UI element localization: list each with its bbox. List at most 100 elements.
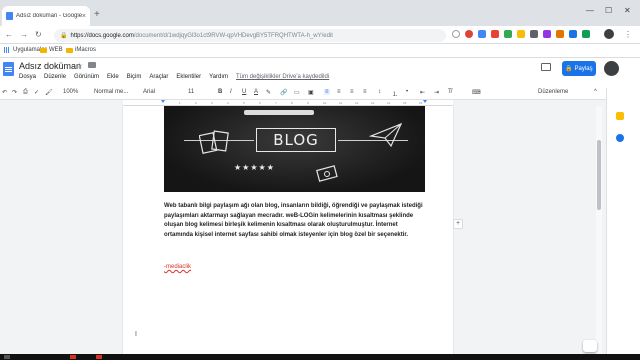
taskbar-app-icon[interactable] xyxy=(96,355,102,359)
italic-button[interactable]: I xyxy=(230,89,232,95)
forward-arrow-icon[interactable]: → xyxy=(20,30,28,39)
bookmark-star-icon[interactable] xyxy=(452,30,460,38)
highlight-icon[interactable]: ✎ xyxy=(266,89,271,96)
extension-icon[interactable] xyxy=(556,30,564,38)
browser-tab[interactable]: Adsız doküman - Google Doküm... × xyxy=(2,6,90,26)
document-title[interactable]: Adsız doküman xyxy=(19,61,81,71)
link-icon[interactable]: 🔗 xyxy=(280,89,287,96)
tab-close-icon[interactable]: × xyxy=(82,13,86,20)
ruler-mark: 12 xyxy=(355,101,359,105)
last-edit-status[interactable]: Tüm değişiklikler Drive'a kaydedildi xyxy=(236,74,329,80)
explore-button[interactable] xyxy=(583,340,597,352)
add-comment-button[interactable]: + xyxy=(453,219,463,229)
extension-icon[interactable] xyxy=(517,30,525,38)
new-tab-button[interactable]: + xyxy=(94,9,100,20)
bookmark-web[interactable]: WEB xyxy=(40,47,63,53)
bulleted-list-icon[interactable]: • xyxy=(406,89,408,95)
increase-indent-icon[interactable]: ⇥ xyxy=(434,89,439,96)
align-center-icon[interactable]: ≡ xyxy=(337,89,341,95)
close-window-button[interactable]: ✕ xyxy=(624,6,631,15)
extension-icon[interactable] xyxy=(491,30,499,38)
reload-icon[interactable]: ↻ xyxy=(35,30,42,39)
comments-icon[interactable] xyxy=(541,63,551,71)
ruler-mark: 14 xyxy=(387,101,391,105)
minimize-window-button[interactable]: — xyxy=(586,6,594,15)
extension-icon[interactable] xyxy=(504,30,512,38)
menu-edit[interactable]: Düzenle xyxy=(44,74,66,80)
undo-icon[interactable]: ↶ xyxy=(2,89,7,96)
blog-chalkboard-image[interactable]: BLOG ★★★★★ xyxy=(164,106,425,192)
pencil-drawing xyxy=(244,110,314,115)
taskbar-app-icon[interactable] xyxy=(70,355,76,359)
numbered-list-icon[interactable]: ⒈ xyxy=(392,89,398,98)
profile-avatar-icon[interactable] xyxy=(604,29,614,39)
signature-text[interactable]: -mediaclik xyxy=(164,264,191,270)
move-to-folder-icon[interactable] xyxy=(88,62,96,68)
text-color-button[interactable]: A xyxy=(254,89,258,95)
google-docs-logo-icon[interactable] xyxy=(3,62,14,76)
ruler-mark: 13 xyxy=(371,101,375,105)
input-tools-icon[interactable]: ⌨ xyxy=(472,89,481,96)
scrollbar-thumb[interactable] xyxy=(597,140,601,210)
align-right-icon[interactable]: ≡ xyxy=(350,89,354,95)
left-indent-marker[interactable] xyxy=(161,100,165,103)
back-arrow-icon[interactable]: ← xyxy=(5,30,13,39)
align-left-icon[interactable]: ≡ xyxy=(324,89,330,95)
menu-help[interactable]: Yardım xyxy=(209,74,228,80)
blog-word: BLOG xyxy=(256,128,336,152)
document-canvas[interactable]: BLOG ★★★★★ Web tabanlı bilgi paylaşım ağ… xyxy=(0,106,606,360)
extension-icon[interactable] xyxy=(569,30,577,38)
address-bar[interactable]: 🔒 https://docs.google.com /document/d/1w… xyxy=(54,29,446,42)
print-icon[interactable]: ⎙ xyxy=(23,89,28,96)
menu-format[interactable]: Biçim xyxy=(127,74,142,80)
tasks-icon[interactable] xyxy=(616,134,624,142)
start-icon[interactable] xyxy=(4,355,10,359)
add-comment-icon[interactable]: ▭ xyxy=(294,89,300,96)
ruler-mark: 9 xyxy=(307,101,309,105)
insert-image-icon[interactable]: ▣ xyxy=(308,89,314,96)
star-icon[interactable]: ☆ xyxy=(76,61,83,70)
keep-notes-icon[interactable] xyxy=(616,112,624,120)
redo-icon[interactable]: ↷ xyxy=(12,89,17,96)
clear-formatting-icon[interactable]: T̸ xyxy=(448,89,452,95)
menu-addons[interactable]: Eklentiler xyxy=(176,74,201,80)
style-select[interactable]: Normal me... xyxy=(94,89,128,95)
chrome-menu-icon[interactable]: ⋮ xyxy=(624,30,632,39)
folder-icon xyxy=(40,47,47,53)
right-indent-marker[interactable] xyxy=(423,100,427,103)
bookmark-imacros[interactable]: iMacros xyxy=(66,47,96,53)
url-path: /document/d/1wdjqyGl3o1ct9RVW-qpVHDevgBY… xyxy=(133,32,333,39)
bold-button[interactable]: B xyxy=(218,89,222,95)
menu-view[interactable]: Görünüm xyxy=(74,74,99,80)
editing-mode-select[interactable]: Düzenleme xyxy=(538,89,568,95)
ruler-mark: 1 xyxy=(179,101,181,105)
maximize-window-button[interactable]: ☐ xyxy=(605,6,612,15)
menu-insert[interactable]: Ekle xyxy=(107,74,119,80)
document-page[interactable]: BLOG ★★★★★ Web tabanlı bilgi paylaşım ağ… xyxy=(123,106,453,360)
collapse-toolbar-icon[interactable]: ^ xyxy=(594,89,597,95)
extension-icon[interactable] xyxy=(543,30,551,38)
justify-icon[interactable]: ≡ xyxy=(363,89,367,95)
extension-icon[interactable] xyxy=(478,30,486,38)
extension-icon[interactable] xyxy=(530,30,538,38)
font-select[interactable]: Arial xyxy=(143,89,155,95)
underline-button[interactable]: U xyxy=(242,89,246,95)
menu-file[interactable]: Dosya xyxy=(19,74,36,80)
line-spacing-icon[interactable]: ↕ xyxy=(378,89,381,95)
user-avatar[interactable] xyxy=(604,61,619,76)
font-size-select[interactable]: 11 xyxy=(188,89,194,95)
url-host: https://docs.google.com xyxy=(70,32,134,39)
spellcheck-icon[interactable]: ✓ xyxy=(34,89,39,96)
bookmark-label: iMacros xyxy=(75,47,97,53)
body-paragraph[interactable]: Web tabanlı bilgi paylaşım ağı olan blog… xyxy=(164,202,426,240)
menu-tools[interactable]: Araçlar xyxy=(149,74,168,80)
docs-header: Adsız doküman ☆ Dosya Düzenle Görünüm Ek… xyxy=(0,58,640,88)
decrease-indent-icon[interactable]: ⇤ xyxy=(420,89,425,96)
zoom-select[interactable]: 100% xyxy=(63,89,78,95)
stars-drawing: ★★★★★ xyxy=(234,163,275,172)
share-button[interactable]: 🔒 Paylaş xyxy=(562,61,596,76)
extension-icon[interactable] xyxy=(582,30,590,38)
money-drawing-icon xyxy=(316,165,338,182)
paint-format-icon[interactable]: 🖌 xyxy=(45,89,53,96)
opera-extension-icon[interactable] xyxy=(465,30,473,38)
